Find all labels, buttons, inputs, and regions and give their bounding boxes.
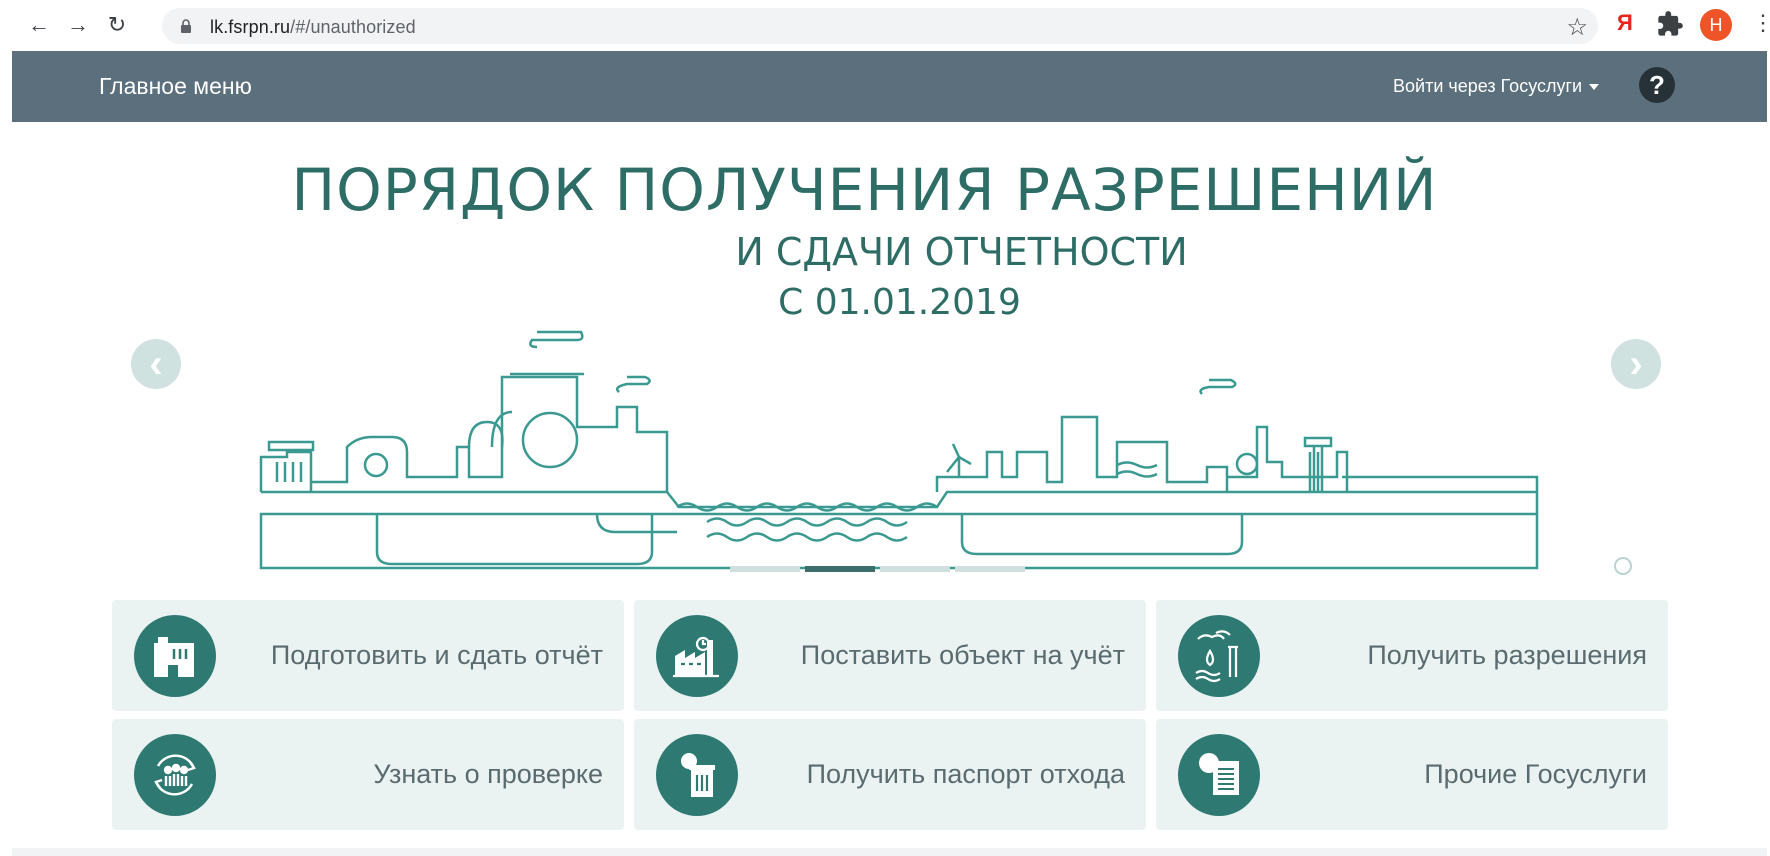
carousel-indicator-1[interactable] xyxy=(730,566,800,572)
carousel-indicator-2[interactable] xyxy=(805,566,875,572)
carousel-indicators xyxy=(730,566,1025,572)
carousel-prev-button[interactable]: ‹ xyxy=(131,339,181,389)
address-bar[interactable]: lk.fsrpn.ru/#/unauthorized ☆ xyxy=(162,8,1598,44)
carousel-next-button[interactable]: › xyxy=(1611,339,1661,389)
reload-icon[interactable]: ↻ xyxy=(102,8,132,42)
banner-carousel: ПОРЯДОК ПОЛУЧЕНИЯ РАЗРЕШЕНИЙ И СДАЧИ ОТЧ… xyxy=(12,122,1767,592)
profile-avatar[interactable]: H xyxy=(1700,9,1732,41)
tile-register-object[interactable]: Поставить объект на учёт xyxy=(634,600,1146,711)
tile-label: Узнать о проверке xyxy=(373,759,603,789)
tile-get-permits[interactable]: Получить разрешения xyxy=(1156,600,1668,711)
browser-toolbar: ← → ↻ lk.fsrpn.ru/#/unauthorized ☆ Я H ⋮ xyxy=(0,0,1770,50)
loading-spinner-icon xyxy=(1614,557,1632,575)
tile-prepare-report[interactable]: Подготовить и сдать отчёт xyxy=(112,600,624,711)
yandex-extension-icon[interactable]: Я xyxy=(1617,10,1633,36)
factory-register-icon xyxy=(656,615,738,697)
waste-passport-icon xyxy=(656,734,738,816)
caret-down-icon xyxy=(1589,83,1600,90)
forward-icon[interactable]: → xyxy=(63,8,93,42)
page-bottom-edge xyxy=(12,848,1767,856)
site-header: Главное меню Войти через Госуслуги ? xyxy=(12,51,1767,122)
tile-inspection-info[interactable]: Узнать о проверке xyxy=(112,719,624,830)
carousel-indicator-4[interactable] xyxy=(955,566,1025,572)
tile-label: Поставить объект на учёт xyxy=(800,640,1125,670)
water-emission-icon xyxy=(1178,615,1260,697)
url-text: lk.fsrpn.ru/#/unauthorized xyxy=(210,17,416,37)
tile-label: Получить разрешения xyxy=(1367,640,1647,670)
tile-label: Подготовить и сдать отчёт xyxy=(270,640,603,670)
tile-label: Прочие Госуслуги xyxy=(1424,759,1647,789)
browser-menu-icon[interactable]: ⋮ xyxy=(1752,10,1770,36)
login-label: Войти через Госуслуги xyxy=(1393,76,1583,96)
tile-other-services[interactable]: Прочие Госуслуги xyxy=(1156,719,1668,830)
services-grid: Подготовить и сдать отчёт Поставить объе… xyxy=(112,600,1668,830)
lock-icon xyxy=(181,19,191,33)
gosuslugi-login-dropdown[interactable]: Войти через Госуслуги xyxy=(1393,76,1600,97)
industrial-city-illustration xyxy=(259,330,1539,570)
tile-waste-passport[interactable]: Получить паспорт отхода xyxy=(634,719,1146,830)
main-menu-link[interactable]: Главное меню xyxy=(99,73,252,100)
factory-report-icon xyxy=(134,615,216,697)
inspection-people-icon xyxy=(134,734,216,816)
help-icon[interactable]: ? xyxy=(1639,67,1675,103)
bookmark-star-icon[interactable]: ☆ xyxy=(1566,13,1588,42)
back-icon[interactable]: ← xyxy=(24,8,54,42)
carousel-indicator-3[interactable] xyxy=(880,566,950,572)
tile-label: Получить паспорт отхода xyxy=(806,759,1125,789)
emblem-document-icon xyxy=(1178,734,1260,816)
banner-title-line1: ПОРЯДОК ПОЛУЧЕНИЯ РАЗРЕШЕНИЙ xyxy=(291,156,1438,224)
extensions-puzzle-icon[interactable] xyxy=(1656,10,1684,38)
